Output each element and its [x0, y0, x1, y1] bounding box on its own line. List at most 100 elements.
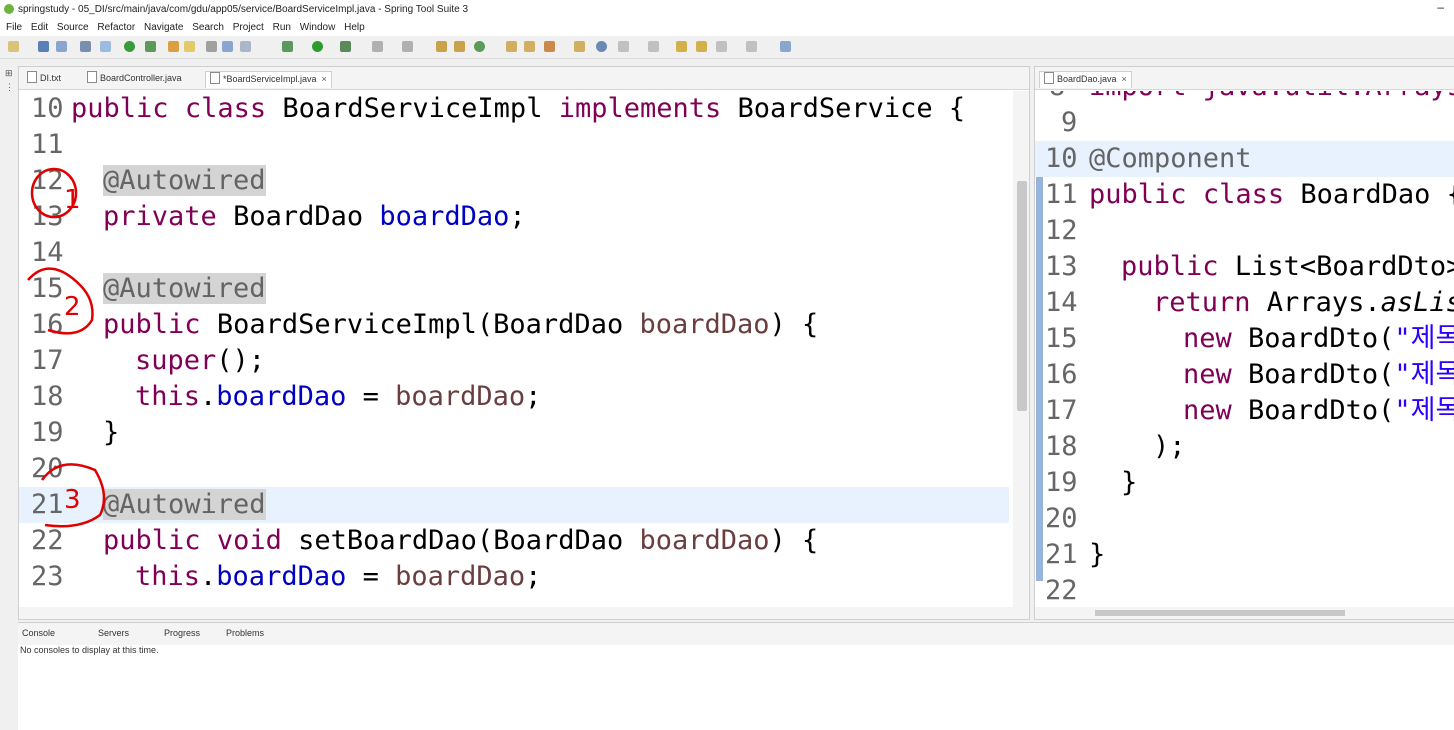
new-package-icon[interactable] — [436, 41, 447, 52]
constructor-name: BoardServiceImpl( — [216, 309, 494, 340]
menu-project[interactable]: Project — [233, 22, 264, 33]
field-name: boardDao — [216, 381, 347, 412]
code-line: 17 super(); — [19, 343, 1009, 379]
print-icon[interactable] — [80, 41, 91, 52]
show-whitespace-icon[interactable] — [240, 41, 251, 52]
code-line: 18 this.boardDao = boardDao; — [19, 379, 1009, 415]
run-icon[interactable] — [312, 41, 323, 52]
boot-dashboard-icon[interactable] — [124, 41, 135, 52]
line-number: 20 — [31, 453, 64, 484]
close-icon[interactable]: × — [1122, 74, 1127, 84]
menu-navigate[interactable]: Navigate — [144, 22, 183, 33]
code-line: 19} — [19, 415, 1009, 451]
code-line: 16 new BoardDto("제목 — [1035, 357, 1454, 393]
tab-label: BoardDao.java — [1057, 74, 1117, 84]
call: (); — [216, 345, 266, 376]
code-line: 22 public void setBoardDao(BoardDao board… — [19, 523, 1009, 559]
brace: } — [1089, 539, 1106, 570]
menu-refactor[interactable]: Refactor — [97, 22, 135, 33]
line-number: 18 — [31, 381, 64, 412]
vertical-scrollbar[interactable] — [1013, 91, 1029, 607]
toggle-icon[interactable] — [100, 41, 111, 52]
dao-horizontal-scrollbar[interactable] — [1035, 607, 1454, 619]
menu-help[interactable]: Help — [344, 22, 365, 33]
keyword: public — [103, 525, 201, 556]
line-number: 14 — [1045, 287, 1078, 318]
tab-progress[interactable]: Progress — [164, 628, 200, 638]
coverage-icon[interactable] — [340, 41, 351, 52]
next-annotation-icon[interactable] — [618, 41, 629, 52]
code-line: 9 — [1035, 105, 1454, 141]
line-number: 9 — [1061, 107, 1078, 138]
save-icon[interactable] — [38, 41, 49, 52]
open-type-icon[interactable] — [506, 41, 517, 52]
servers-icon[interactable] — [402, 41, 413, 52]
open-folder-icon[interactable] — [574, 41, 585, 52]
mark-occurrences-icon[interactable] — [168, 41, 179, 52]
horizontal-scrollbar[interactable] — [19, 607, 1029, 619]
code-line: 17 new BoardDto("제목 — [1035, 393, 1454, 429]
keyword: public — [1089, 179, 1187, 210]
save-all-icon[interactable] — [56, 41, 67, 52]
dao-code-area[interactable]: 8import java.util.Arrays 9 10@Component … — [1035, 91, 1454, 607]
globe-icon[interactable] — [596, 41, 607, 52]
highlight-icon[interactable] — [184, 41, 195, 52]
arrows-icon[interactable] — [206, 41, 217, 52]
scrollbar-thumb[interactable] — [1017, 181, 1027, 411]
tab-problems[interactable]: Problems — [226, 628, 264, 638]
menu-file[interactable]: File — [6, 22, 22, 33]
new-class-icon[interactable] — [454, 41, 465, 52]
menu-source[interactable]: Source — [57, 22, 89, 33]
tab-boardserviceimpl[interactable]: *BoardServiceImpl.java × — [205, 71, 332, 88]
line-number: 11 — [31, 129, 64, 160]
menu-run[interactable]: Run — [273, 22, 291, 33]
semicolon: ; — [525, 561, 542, 592]
minimize-button[interactable]: – — [1437, 0, 1444, 14]
paren: ) { — [769, 309, 819, 340]
text-file-icon — [27, 71, 37, 83]
scrollbar-thumb[interactable] — [1095, 610, 1345, 616]
pin-editor-icon[interactable] — [780, 41, 791, 52]
keyword: private — [103, 201, 217, 232]
new-icon[interactable] — [8, 41, 19, 52]
block-select-icon[interactable] — [222, 41, 233, 52]
last-edit-icon[interactable] — [676, 41, 687, 52]
annotation: @Autowired — [103, 273, 266, 304]
constructor-call: BoardDto( — [1231, 395, 1395, 426]
menu-search[interactable]: Search — [192, 22, 224, 33]
tab-boardcontroller[interactable]: BoardController.java — [83, 71, 186, 87]
param-name: boardDao — [395, 561, 526, 592]
menu-edit[interactable]: Edit — [31, 22, 48, 33]
type-name: List<BoardDto> — [1234, 251, 1454, 282]
code-area[interactable]: 10 public class BoardServiceImpl implemen… — [19, 91, 1009, 607]
keyword: super — [135, 345, 217, 376]
line-number: 21 — [1045, 539, 1078, 570]
tab-label: BoardController.java — [100, 73, 182, 83]
tab-di-txt[interactable]: DI.txt — [23, 71, 65, 87]
external-tools-icon[interactable] — [372, 41, 383, 52]
package-explorer-icon[interactable]: ⋮ — [5, 82, 14, 93]
tab-boarddao[interactable]: BoardDao.java × — [1039, 71, 1132, 88]
string-literal: "제목 — [1394, 359, 1454, 390]
debug-icon[interactable] — [282, 41, 293, 52]
open-task-icon[interactable] — [524, 41, 535, 52]
refresh-icon[interactable] — [145, 41, 156, 52]
code-line: 20 — [1035, 501, 1454, 537]
forward-icon[interactable] — [746, 41, 757, 52]
semicolon: ; — [509, 201, 526, 232]
menu-window[interactable]: Window — [300, 22, 336, 33]
console-panel: Console Servers Progress Problems No con… — [18, 622, 1454, 730]
tab-console[interactable]: Console — [22, 628, 55, 638]
back-edit-icon[interactable] — [696, 41, 707, 52]
previous-annotation-icon[interactable] — [648, 41, 659, 52]
back-icon[interactable] — [716, 41, 727, 52]
tab-servers[interactable]: Servers — [98, 628, 129, 638]
type-name: BoardDao — [493, 525, 624, 556]
code-line: 10 public class BoardServiceImpl implemen… — [19, 91, 1009, 127]
method-name: setBoardDao( — [298, 525, 494, 556]
search-icon[interactable] — [544, 41, 555, 52]
restore-icon[interactable]: ⊞ — [5, 68, 13, 79]
new-spring-icon[interactable] — [474, 41, 485, 52]
close-icon[interactable]: × — [322, 74, 327, 84]
line-number: 11 — [1045, 179, 1078, 210]
